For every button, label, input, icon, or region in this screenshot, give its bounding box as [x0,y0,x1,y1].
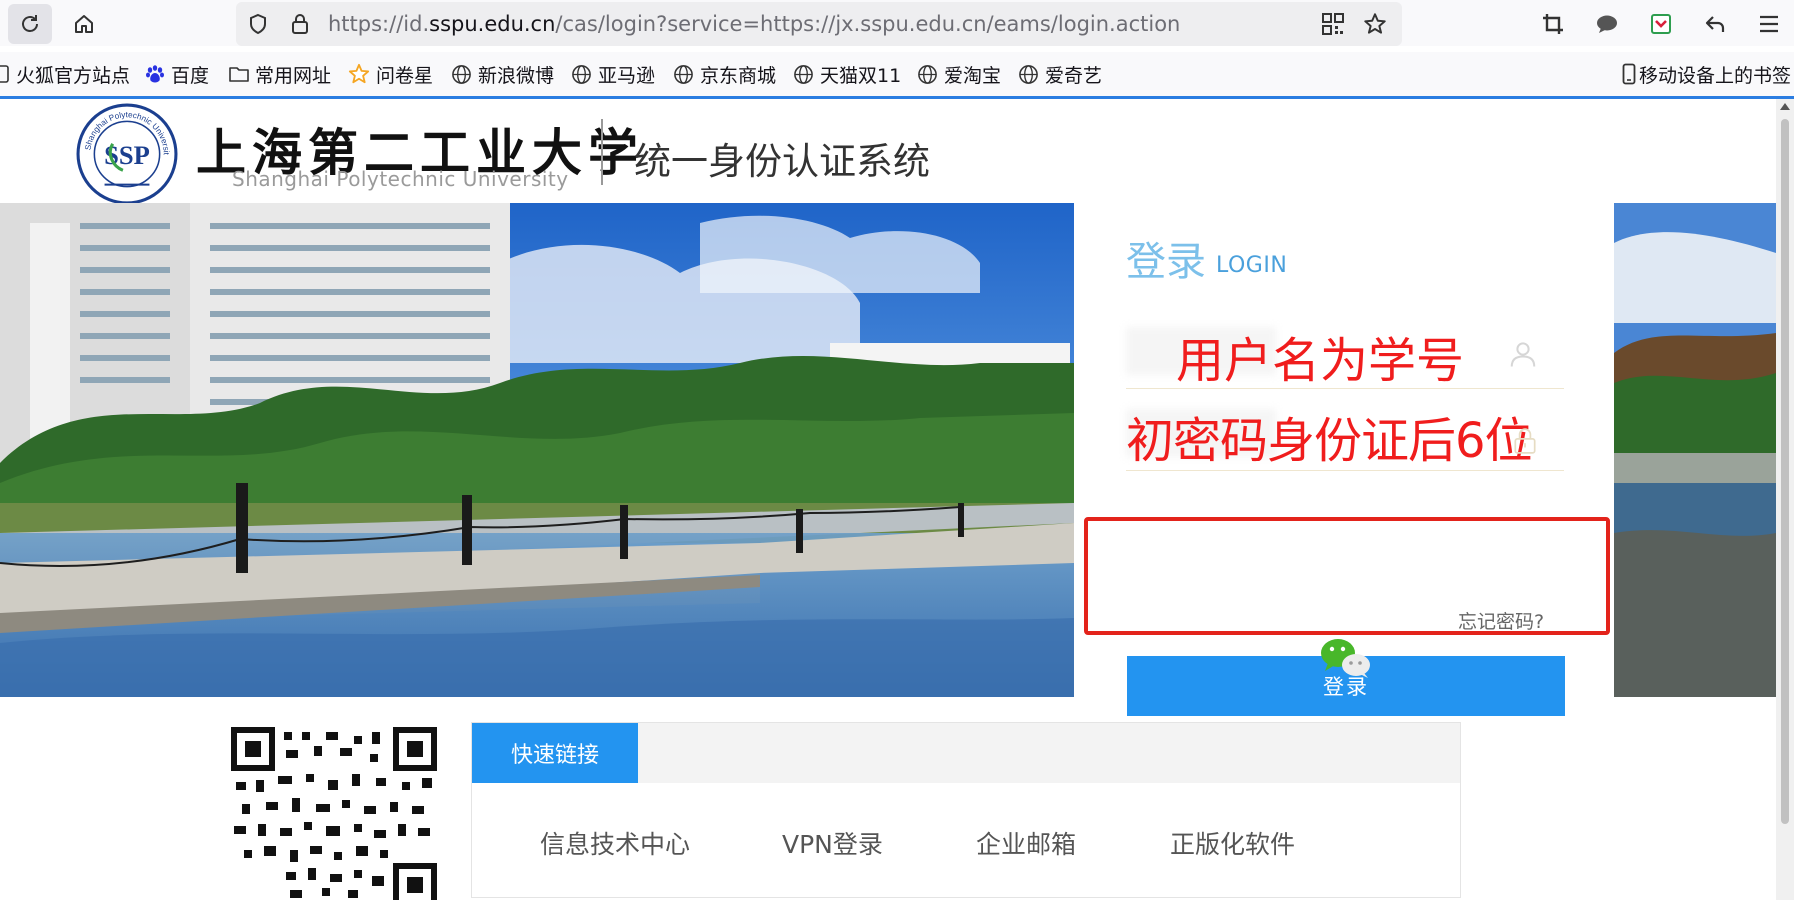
mobile-bookmarks[interactable]: 移动设备上的书签 [1622,52,1791,96]
university-name-en: Shanghai Polytechnic University [232,167,569,191]
qr-code-icon[interactable] [1322,13,1344,35]
scroll-up-arrow-icon[interactable] [1780,103,1790,110]
bookmark-item[interactable]: 问卷星 [348,52,433,96]
login-title-en: LOGIN [1216,253,1288,278]
bookmark-item[interactable]: 新浪微博 [451,52,554,96]
globe-icon [1018,64,1039,85]
page-scrollbar[interactable] [1776,99,1794,900]
url-text[interactable]: https://id.sspu.edu.cn/cas/login?service… [328,2,1180,46]
globe-icon [673,64,694,85]
menu-button[interactable] [1752,8,1786,40]
screenshot-icon [1543,14,1563,34]
password-field[interactable]: 初密码身份证后6位 [1126,391,1564,471]
username-annotation: 用户名为学号 [1176,333,1465,389]
username-field[interactable]: 用户名为学号 [1126,309,1564,389]
quick-link-it-center[interactable]: 信息技术中心 [540,825,690,861]
folder-icon [229,65,249,83]
quick-links-panel: 快速链接 信息技术中心 VPN登录 企业邮箱 正版化软件 [471,722,1461,898]
campus-photo [0,203,1074,697]
shield-icon[interactable] [246,12,270,36]
tab-quick-links[interactable]: 快速链接 [472,723,638,783]
browser-toolbar: https://id.sspu.edu.cn/cas/login?service… [0,0,1794,46]
reload-button[interactable] [8,4,52,44]
back-button[interactable] [1698,8,1732,40]
system-title: 统一身份认证系统 [634,140,930,183]
bookmark-item[interactable]: 京东商城 [673,52,776,96]
login-button-annotation-box [1084,517,1610,635]
header-divider [601,119,603,185]
bookmark-item[interactable]: 爱淘宝 [917,52,1001,96]
site-header: Shanghai Polytechnic University SSP 上海第二… [0,99,1776,205]
login-title: 登录 [1126,239,1206,285]
bookmark-item[interactable]: 天猫双11 [793,52,901,96]
bookmark-item[interactable]: 亚马逊 [571,52,655,96]
pocket-icon [1651,14,1671,34]
chat-button[interactable] [1590,8,1624,40]
star-logo-icon [348,63,370,85]
bookmark-folder[interactable]: 常用网址 [229,52,331,96]
university-seal-logo: Shanghai Polytechnic University SSP [76,103,178,205]
pocket-button[interactable] [1644,8,1678,40]
page-icon [0,65,10,83]
star-icon[interactable] [1362,11,1388,37]
mobile-device-icon [1622,63,1636,85]
baidu-paw-icon [145,64,165,84]
globe-icon [917,64,938,85]
screenshot-button[interactable] [1536,8,1570,40]
back-arrow-icon [1705,16,1725,32]
bookmarks-bar: 火狐官方站点 百度 常用网址 问卷星 新浪微博 亚马逊 京东商城 天猫双11 爱… [0,52,1794,96]
address-bar[interactable]: https://id.sspu.edu.cn/cas/login?service… [236,2,1402,46]
globe-icon [451,64,472,85]
quick-link-email[interactable]: 企业邮箱 [976,825,1076,861]
lock-icon[interactable] [288,12,312,36]
user-icon [1510,342,1536,367]
lock-icon [1514,428,1536,454]
web-page: Shanghai Polytechnic University SSP 上海第二… [0,99,1776,900]
quick-links-header: 快速链接 [472,723,1460,783]
qr-code-image [230,726,438,900]
quick-link-software[interactable]: 正版化软件 [1170,825,1295,861]
password-annotation: 初密码身份证后6位 [1126,413,1533,469]
globe-icon [793,64,814,85]
chat-icon [1597,15,1617,33]
wechat-icon[interactable] [1320,637,1372,679]
bookmark-item[interactable]: 爱奇艺 [1018,52,1102,96]
home-button[interactable] [62,4,106,44]
scrollbar-thumb[interactable] [1781,119,1789,824]
campus-photo-right [1614,203,1776,697]
bookmark-item[interactable]: 火狐官方站点 [0,52,130,96]
home-icon [75,15,93,33]
quick-link-vpn[interactable]: VPN登录 [782,825,883,861]
menu-icon [1760,15,1778,33]
globe-icon [571,64,592,85]
reload-icon [22,15,38,32]
bookmark-item[interactable]: 百度 [145,52,209,96]
